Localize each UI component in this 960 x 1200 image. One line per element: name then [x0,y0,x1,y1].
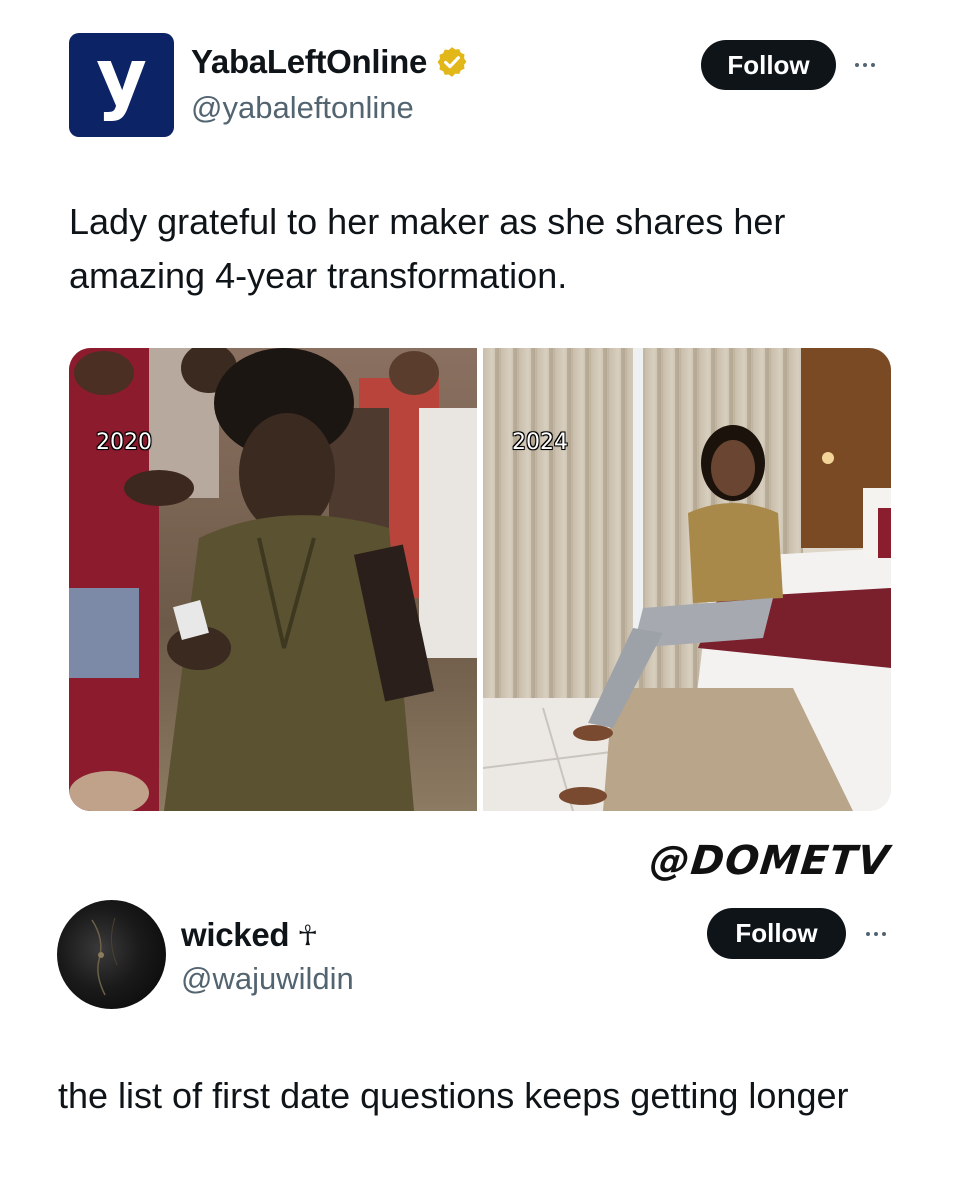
post-yabaleftonline: y YabaLeftOnline @yabaleftonline Follow … [0,0,960,884]
photo-2024-image [483,348,891,811]
year-label-2024: 2024 [512,430,568,455]
post-wajuwildin: wicked ☥ @wajuwildin Follow the list of … [0,850,960,1200]
photo-2024[interactable]: 2024 [483,348,891,811]
photo-2020[interactable]: 2020 [69,348,477,811]
author-handle[interactable]: @yabaleftonline [191,90,414,126]
post-text: Lady grateful to her maker as she shares… [69,201,786,296]
photo-2020-image [69,348,477,811]
author-name-row-2: wicked ☥ [181,916,318,954]
follow-button[interactable]: Follow [707,908,846,959]
display-name[interactable]: YabaLeftOnline [191,43,427,81]
more-icon[interactable] [866,932,886,936]
post-text: the list of first date questions keeps g… [58,1075,849,1116]
avatar-image [91,917,118,996]
year-label-2020: 2020 [96,430,152,455]
more-icon[interactable] [855,63,875,67]
display-name[interactable]: wicked [181,916,290,954]
logo-letter: y [96,33,147,123]
author-name-row: YabaLeftOnline [191,43,469,81]
follow-button[interactable]: Follow [701,40,836,90]
author-handle[interactable]: @wajuwildin [181,961,354,997]
avatar-wajuwildin[interactable] [57,900,166,1009]
ankh-symbol: ☥ [297,918,319,952]
verified-badge-icon [437,47,467,77]
post-media[interactable]: 2020 2024 [69,348,891,811]
avatar-yabaleftonline[interactable]: y [69,33,174,137]
